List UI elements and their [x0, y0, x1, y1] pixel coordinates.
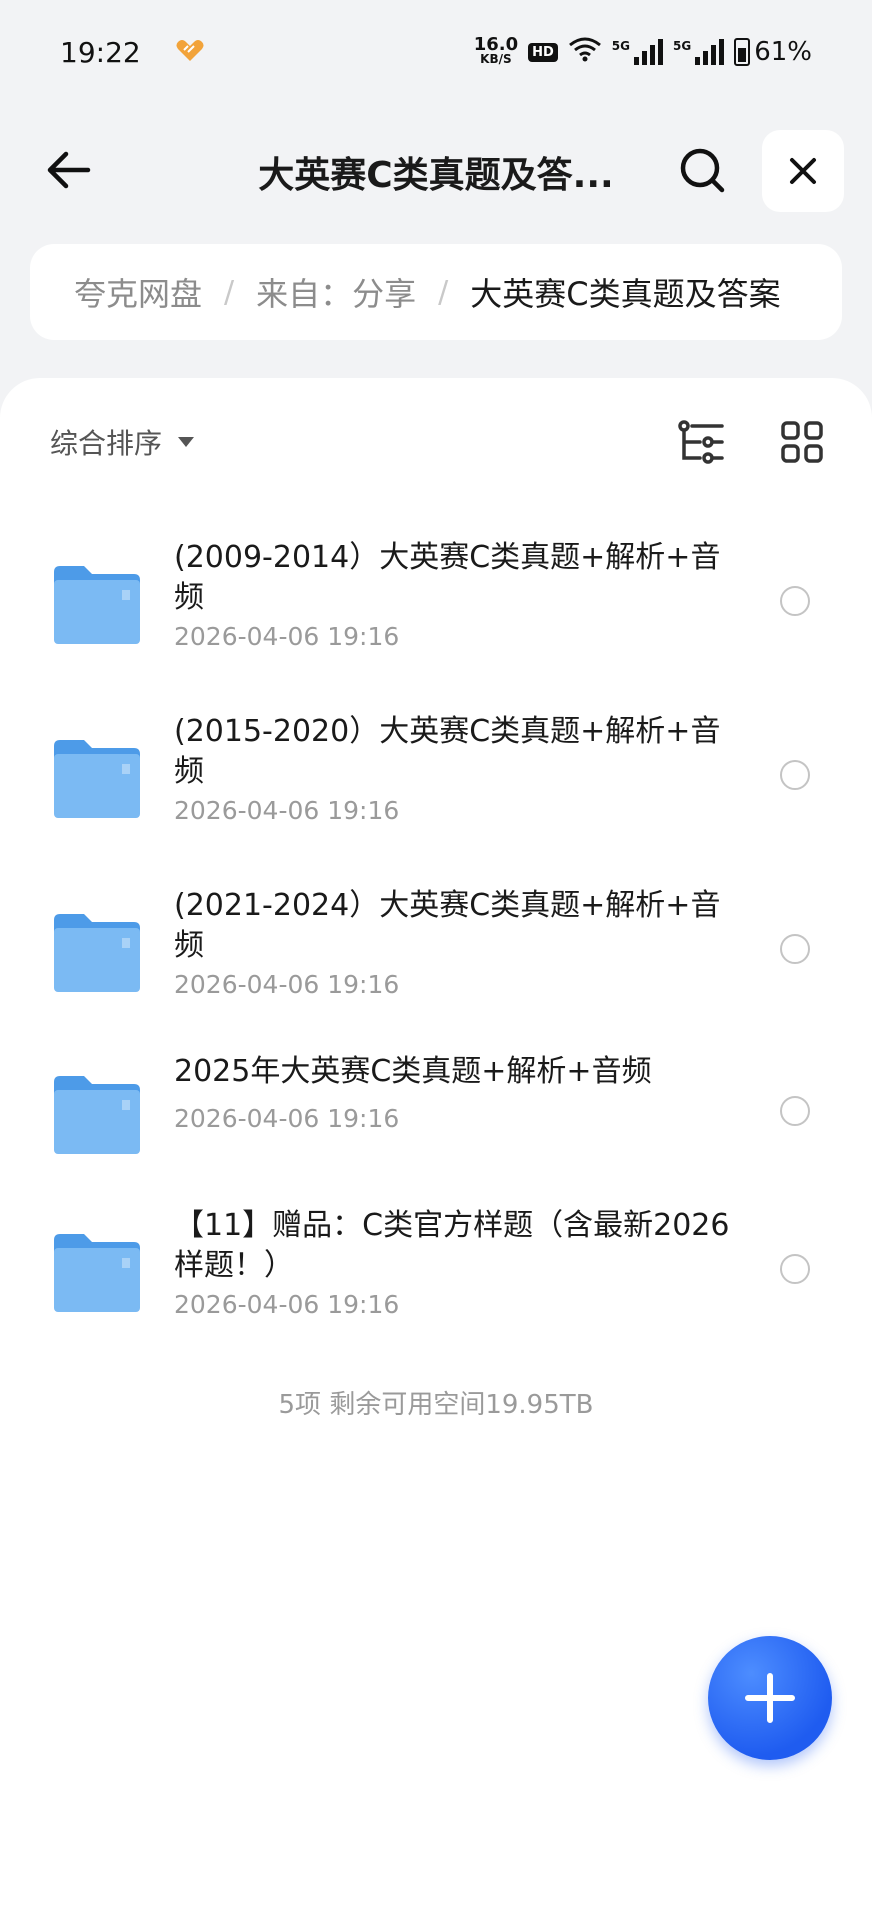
sort-dropdown[interactable]: 综合排序: [50, 422, 195, 462]
select-checkbox[interactable]: [780, 760, 810, 790]
file-name: (2015-2020）大英赛C类真题+解析+音频: [174, 714, 721, 789]
tree-view-icon: [678, 420, 724, 464]
heart-app-icon: [175, 37, 205, 67]
file-row[interactable]: 2025年大英赛C类真题+解析+音频 2026-04-06 19:16: [0, 1050, 872, 1170]
plus-icon: [745, 1673, 795, 1723]
folder-icon: [54, 566, 140, 644]
caret-down-icon: [178, 437, 195, 447]
status-bar: 19:22 16.0 KB/S HD 5G 5G 61%: [0, 0, 872, 104]
select-checkbox[interactable]: [780, 1096, 810, 1126]
back-button[interactable]: [36, 138, 100, 202]
breadcrumb-item-share[interactable]: 来自：分享: [256, 269, 416, 315]
file-name: (2021-2024）大英赛C类真题+解析+音频: [174, 888, 721, 963]
signal-sim1-icon: 5G: [612, 39, 663, 65]
select-checkbox[interactable]: [780, 586, 810, 616]
folder-icon: [54, 1076, 140, 1154]
file-row[interactable]: (2009-2014）大英赛C类真题+解析+音频 2026-04-06 19:1…: [0, 528, 872, 678]
hd-voice-badge: HD: [528, 42, 558, 62]
select-checkbox[interactable]: [780, 1254, 810, 1284]
network-speed: 16.0 KB/S: [473, 34, 519, 67]
tree-view-button[interactable]: [674, 414, 730, 470]
battery-indicator: 61%: [734, 37, 812, 67]
page-title: 大英赛C类真题及答...: [258, 155, 614, 196]
file-date: 2026-04-06 19:16: [174, 970, 400, 999]
close-icon: [790, 158, 816, 184]
search-button[interactable]: [670, 138, 734, 202]
breadcrumb-item-current: 大英赛C类真题及答案: [470, 275, 781, 313]
header: 大英赛C类真题及答...: [0, 128, 872, 212]
storage-summary: 5项 剩余可用空间19.95TB: [278, 1390, 594, 1420]
file-date: 2026-04-06 19:16: [174, 1290, 400, 1319]
add-button[interactable]: [708, 1636, 832, 1760]
file-row[interactable]: (2021-2024）大英赛C类真题+解析+音频 2026-04-06 19:1…: [0, 876, 872, 1026]
file-name: (2009-2014）大英赛C类真题+解析+音频: [174, 540, 721, 615]
list-toolbar: 综合排序: [50, 414, 823, 474]
file-date: 2026-04-06 19:16: [174, 796, 400, 825]
grid-view-icon: [781, 421, 823, 463]
file-date: 2026-04-06 19:16: [174, 622, 400, 651]
file-name: 【11】赠品：C类官方样题（含最新2026样题！）: [174, 1208, 730, 1283]
folder-icon: [54, 914, 140, 992]
search-icon: [680, 148, 725, 193]
breadcrumb-item-root[interactable]: 夸克网盘: [74, 269, 202, 315]
breadcrumb-separator: /: [438, 274, 449, 310]
file-name: 2025年大英赛C类真题+解析+音频: [174, 1054, 652, 1089]
file-row[interactable]: (2015-2020）大英赛C类真题+解析+音频 2026-04-06 19:1…: [0, 702, 872, 852]
battery-icon: [734, 38, 751, 66]
breadcrumb: 夸克网盘 / 来自：分享 / 大英赛C类真题及答案: [30, 244, 842, 340]
folder-icon: [54, 740, 140, 818]
file-row[interactable]: 【11】赠品：C类官方样题（含最新2026样题！） 2026-04-06 19:…: [0, 1196, 872, 1346]
close-button[interactable]: [762, 130, 844, 212]
folder-icon: [54, 1234, 140, 1312]
select-checkbox[interactable]: [780, 934, 810, 964]
signal-sim2-icon: 5G: [673, 39, 725, 65]
sort-label: 综合排序: [50, 427, 163, 460]
grid-view-button[interactable]: [774, 414, 830, 470]
arrow-left-icon: [47, 151, 91, 189]
status-time: 19:22: [60, 35, 141, 69]
wifi-icon: [568, 36, 602, 69]
breadcrumb-separator: /: [224, 274, 235, 310]
file-date: 2026-04-06 19:16: [174, 1104, 400, 1133]
